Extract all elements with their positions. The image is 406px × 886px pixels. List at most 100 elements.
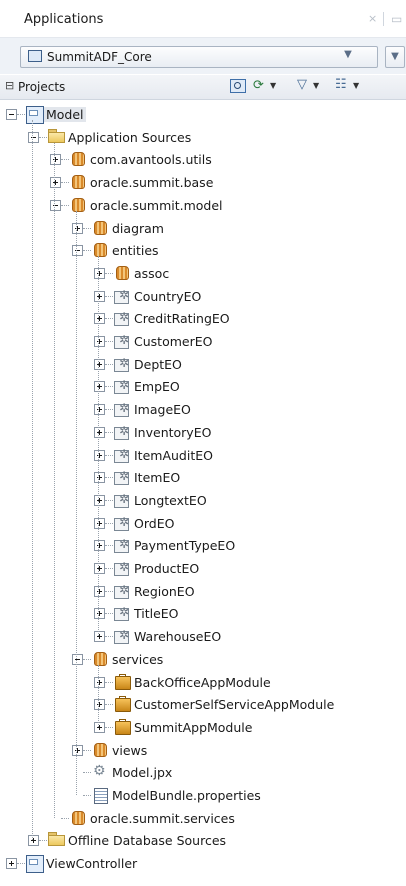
tree-item-label: oracle.summit.base xyxy=(90,175,214,191)
collapse-icon[interactable] xyxy=(72,245,83,257)
tree-item[interactable]: Offline Database Sources xyxy=(28,830,400,852)
tree-item[interactable]: CustomerSelfServiceAppModule xyxy=(94,694,400,716)
tree-item[interactable]: PaymentTypeEO xyxy=(94,535,400,557)
tree-item[interactable]: BackOfficeAppModule xyxy=(94,672,400,694)
tree-connector xyxy=(61,204,69,206)
sync-icon[interactable]: ⟳ xyxy=(253,78,264,94)
tree-connector xyxy=(105,545,113,547)
expand-icon[interactable] xyxy=(94,676,105,688)
tree-connector xyxy=(105,454,113,456)
expand-icon[interactable] xyxy=(94,585,105,597)
layout-dropdown-icon[interactable]: ▼ xyxy=(353,81,359,90)
application-menu-button[interactable]: ▼ xyxy=(385,46,405,68)
tree-item[interactable]: Model.jpx xyxy=(72,762,400,784)
tree-item[interactable]: LongtextEO xyxy=(94,490,400,512)
tree-item[interactable]: com.avantools.utils xyxy=(50,149,400,171)
project-selector-value: SummitADF_Core xyxy=(47,50,152,64)
expand-icon[interactable] xyxy=(72,222,83,234)
expand-icon[interactable] xyxy=(94,404,105,416)
tree-item[interactable]: assoc xyxy=(94,263,400,285)
expand-icon[interactable] xyxy=(94,336,105,347)
collapse-icon[interactable] xyxy=(72,653,83,665)
entity-object-icon xyxy=(114,583,130,599)
expand-icon[interactable] xyxy=(94,290,105,302)
expand-icon[interactable] xyxy=(94,494,105,506)
expand-icon[interactable] xyxy=(94,267,105,279)
tree-item[interactable]: CustomerEO xyxy=(94,331,400,353)
tree-item[interactable]: ViewController xyxy=(6,853,400,875)
tree-item[interactable]: SummitAppModule xyxy=(94,717,400,739)
tree-connector xyxy=(105,590,113,592)
project-config-icon xyxy=(92,763,108,780)
filter-dropdown-icon[interactable]: ▼ xyxy=(313,81,319,90)
tree-item[interactable]: EmpEO xyxy=(94,376,400,398)
tree-item[interactable]: TitleEO xyxy=(94,603,400,625)
project-selector[interactable]: SummitADF_Core ▼ xyxy=(20,46,378,68)
tree-item[interactable]: entities xyxy=(72,240,400,262)
expand-icon[interactable] xyxy=(94,449,105,461)
entity-object-icon xyxy=(114,288,130,304)
tree-item[interactable]: ImageEO xyxy=(94,399,400,421)
tree-connector xyxy=(17,114,25,115)
tree-connector xyxy=(105,613,113,615)
filter-icon[interactable]: ▽ xyxy=(297,77,307,93)
tree-item[interactable]: services xyxy=(72,649,400,671)
expand-icon[interactable] xyxy=(94,563,105,574)
expand-icon[interactable] xyxy=(94,358,105,370)
tree-item[interactable]: ItemEO xyxy=(94,467,400,489)
collapse-icon[interactable] xyxy=(50,199,61,211)
collapse-icon[interactable]: ⊟ xyxy=(5,79,14,92)
expand-icon[interactable] xyxy=(72,744,83,756)
tree-item[interactable]: CreditRatingEO xyxy=(94,308,400,330)
collapse-icon[interactable] xyxy=(6,109,17,120)
tree-item[interactable]: oracle.summit.services xyxy=(50,808,400,830)
tree-connector xyxy=(39,840,47,842)
tree-item[interactable]: ItemAuditEO xyxy=(94,445,400,467)
close-icon[interactable]: × xyxy=(368,12,377,25)
projects-label: Projects xyxy=(18,80,66,94)
tree-item[interactable]: ProductEO xyxy=(94,558,400,580)
expand-icon[interactable] xyxy=(50,177,61,189)
tree-item-label: diagram xyxy=(112,220,164,236)
collapse-icon[interactable] xyxy=(28,131,39,143)
expand-icon[interactable] xyxy=(94,426,105,438)
expand-icon[interactable] xyxy=(94,540,105,552)
expand-icon[interactable] xyxy=(94,721,105,733)
tree-connector xyxy=(105,726,113,728)
tree-item[interactable]: WarehouseEO xyxy=(94,626,400,648)
expand-icon[interactable] xyxy=(94,517,105,529)
expand-icon[interactable] xyxy=(94,699,105,711)
expand-icon[interactable] xyxy=(28,835,39,847)
tree-item[interactable]: diagram xyxy=(72,218,400,240)
tree-connector xyxy=(105,295,113,297)
sync-dropdown-icon[interactable]: ▼ xyxy=(270,81,276,90)
tree-item[interactable]: RegionEO xyxy=(94,581,400,603)
entity-object-icon xyxy=(114,424,130,440)
expand-icon[interactable] xyxy=(50,154,61,166)
find-icon[interactable] xyxy=(230,79,246,93)
tree-item[interactable]: InventoryEO xyxy=(94,422,400,444)
chevron-down-icon[interactable]: ▼ xyxy=(340,49,356,60)
tree-item-label: ModelBundle.properties xyxy=(112,788,261,803)
tree-item[interactable]: DeptEO xyxy=(94,354,400,376)
tree-item[interactable]: CountryEO xyxy=(94,286,400,308)
layout-icon[interactable]: ☷ xyxy=(335,77,347,93)
expand-icon[interactable] xyxy=(94,381,105,393)
tree-item[interactable]: Model xyxy=(6,104,400,126)
expand-icon[interactable] xyxy=(6,858,17,870)
minimize-icon[interactable]: ▭ xyxy=(391,12,402,26)
expand-icon[interactable] xyxy=(94,313,105,325)
projects-section-header[interactable]: ⊟ Projects ⟳ ▼ ▽ ▼ ☷ ▼ xyxy=(0,75,406,100)
entity-object-icon xyxy=(114,515,130,531)
tree-item[interactable]: oracle.summit.base xyxy=(50,172,400,194)
tree-item[interactable]: Application Sources xyxy=(28,127,400,149)
tree-item-label: TitleEO xyxy=(134,606,179,622)
tree-item[interactable]: OrdEO xyxy=(94,513,400,535)
tree-item[interactable]: views xyxy=(72,740,400,762)
tree-connector xyxy=(105,568,113,569)
tree-item[interactable]: ModelBundle.properties xyxy=(72,785,400,807)
tree-item[interactable]: oracle.summit.model xyxy=(50,195,400,217)
expand-icon[interactable] xyxy=(94,608,105,620)
expand-icon[interactable] xyxy=(94,631,105,643)
expand-icon[interactable] xyxy=(94,472,105,484)
